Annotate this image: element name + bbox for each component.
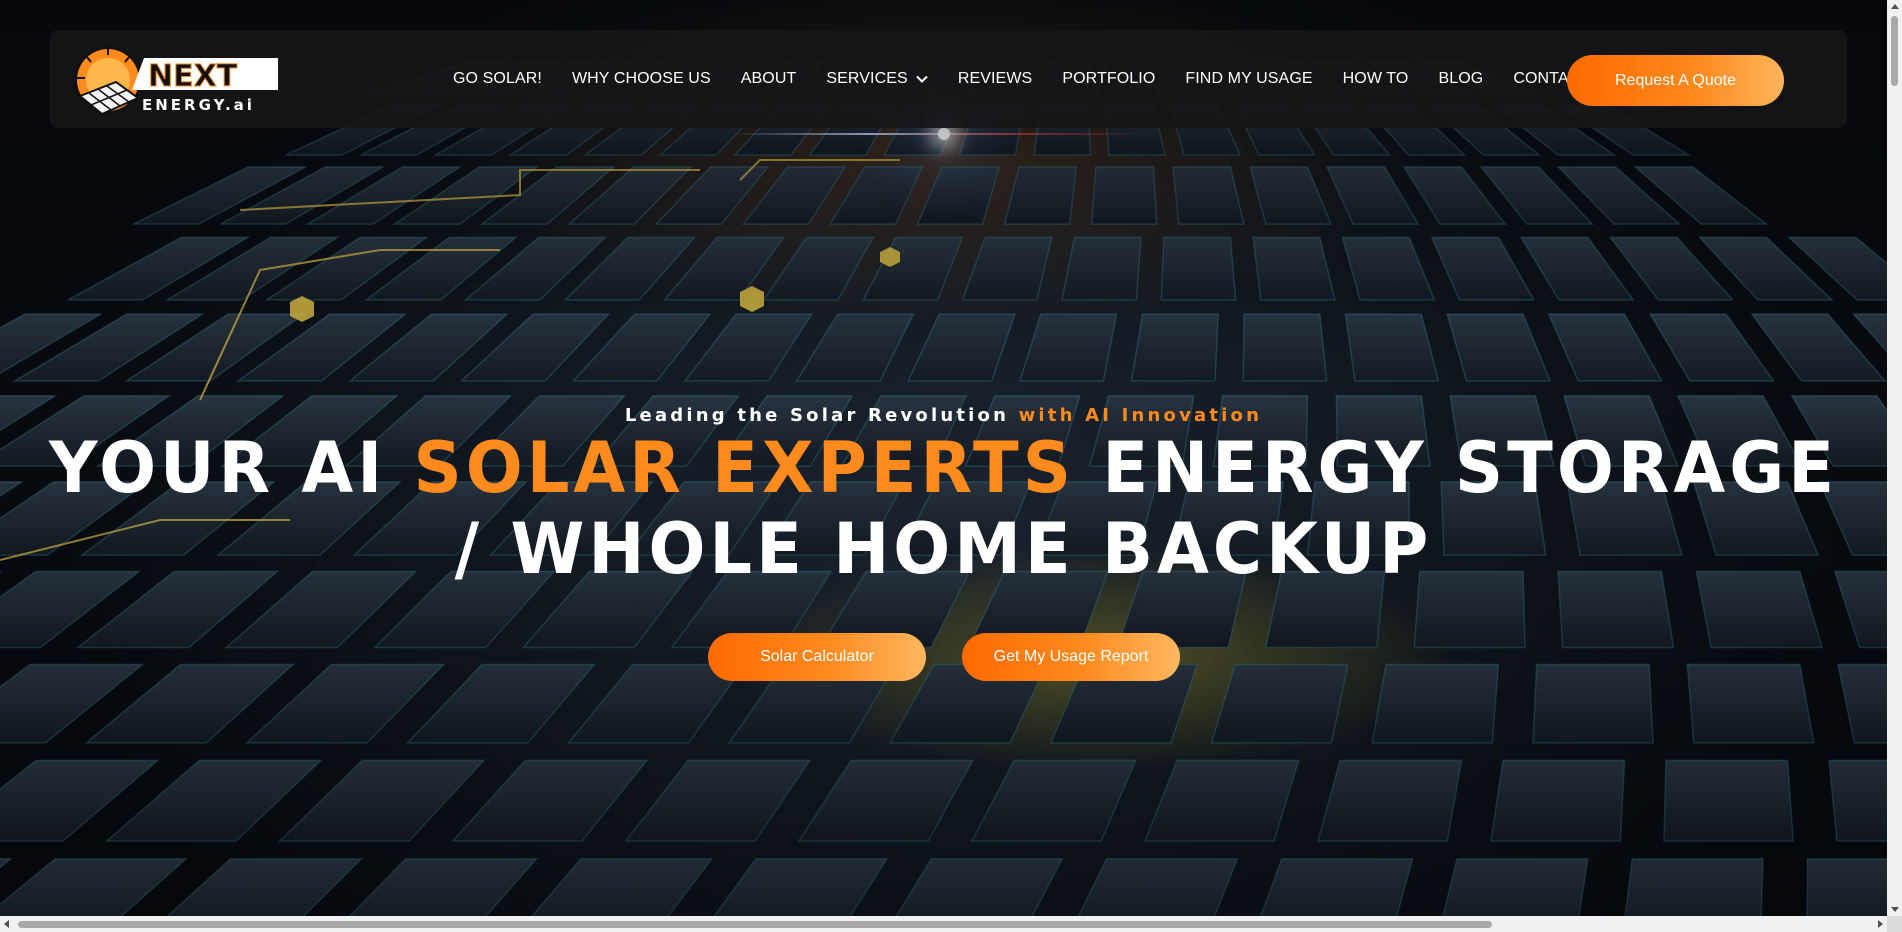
scroll-left-arrow[interactable] [4,920,9,928]
scroll-right-arrow[interactable] [1878,920,1883,928]
headline-part1: YOUR AI [48,427,387,509]
vertical-scrollbar[interactable] [1887,0,1902,916]
hero-tagline: Leading the Solar Revolution with AI Inn… [0,405,1887,426]
nav-how-to[interactable]: HOW TO [1343,70,1409,88]
request-quote-button[interactable]: Request A Quote [1567,55,1784,106]
horizontal-scroll-thumb[interactable] [18,921,1492,928]
nav-find-my-usage[interactable]: FIND MY USAGE [1185,70,1312,88]
site-header: NEXT ENERGY.ai GO SOLAR! WHY CHOOSE US A… [50,30,1847,128]
horizontal-scrollbar[interactable] [0,916,1887,932]
headline-part2: ENERGY STORAGE [1102,427,1839,509]
nav-portfolio[interactable]: PORTFOLIO [1062,70,1155,88]
logo-main-text: NEXT [148,59,238,94]
tagline-main: Leading the Solar Revolution [624,405,1010,426]
solar-calculator-button[interactable]: Solar Calculator [708,633,926,681]
usage-report-button[interactable]: Get My Usage Report [962,633,1180,681]
scroll-down-arrow[interactable] [1891,907,1899,912]
nav-blog[interactable]: BLOG [1438,70,1483,88]
logo[interactable]: NEXT ENERGY.ai [72,42,278,118]
scroll-up-arrow[interactable] [1891,4,1899,9]
chevron-down-icon [916,75,928,83]
sun-solar-panel-icon [74,46,142,116]
headline-accent: SOLAR EXPERTS [413,427,1076,509]
vertical-scroll-thumb[interactable] [1891,16,1898,86]
nav-services-label: SERVICES [826,70,908,87]
hero-section: Leading the Solar Revolution with AI Inn… [0,0,1887,916]
nav-services[interactable]: SERVICES [826,70,928,88]
nav-why-choose-us[interactable]: WHY CHOOSE US [572,70,711,88]
hero-headline: YOUR AI SOLAR EXPERTS ENERGY STORAGE / W… [0,428,1887,590]
headline-line2: / WHOLE HOME BACKUP [454,507,1433,590]
tagline-accent: with AI Innovation [1018,405,1263,426]
nav-go-solar[interactable]: GO SOLAR! [453,70,542,88]
scrollbar-corner [1887,916,1902,932]
nav-about[interactable]: ABOUT [741,70,797,88]
nav-reviews[interactable]: REVIEWS [958,70,1033,88]
logo-sub-text: ENERGY.ai [142,96,255,114]
main-nav: GO SOLAR! WHY CHOOSE US ABOUT SERVICES R… [453,30,1617,128]
